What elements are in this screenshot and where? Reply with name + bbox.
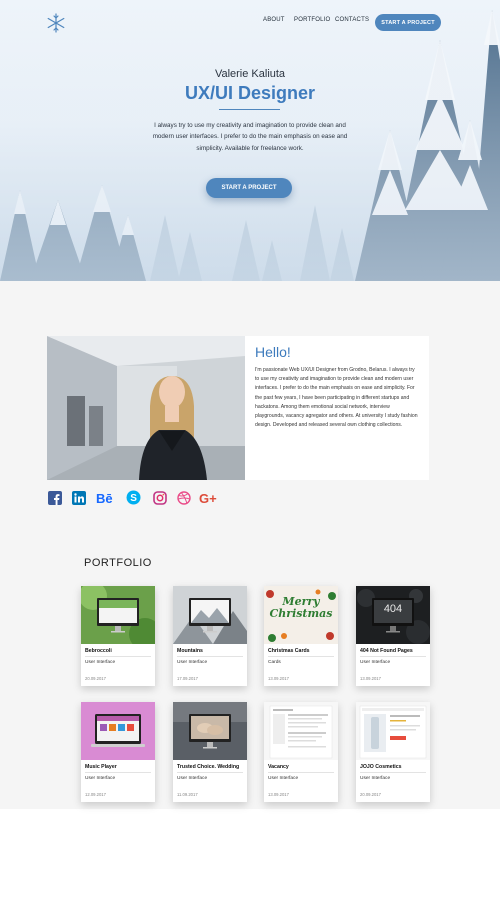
portfolio-card-music-player[interactable]: Music Player User Interface 12.09.2017 (81, 702, 155, 802)
portfolio-card-title: Vacancy (268, 764, 289, 770)
card-divider (85, 772, 151, 773)
portfolio-card-category: User Interface (360, 660, 391, 665)
portfolio-card-category: User Interface (268, 776, 299, 781)
portfolio-card-bebroccoli[interactable]: Bebroccoli User Interface 20.09.2017 (81, 586, 155, 686)
portfolio-card-category: User Interface (85, 776, 116, 781)
profile-photo (47, 336, 245, 480)
portfolio-card-title: Bebroccoli (85, 648, 112, 654)
hero-title: UX/UI Designer (184, 83, 316, 103)
nav-link-portfolio[interactable]: PORTFOLIO (294, 17, 330, 23)
portfolio-thumbnail: Merry Christmas (264, 586, 338, 644)
hero-section: ABOUT PORTFOLIO CONTACTS START A PROJECT… (0, 0, 500, 281)
about-heading: Hello! (255, 344, 291, 360)
portfolio-card-category: User Interface (177, 660, 208, 665)
portfolio-card-category: User Interface (85, 660, 116, 665)
svg-text:Bē: Bē (96, 491, 113, 505)
hero-start-project-button[interactable]: START A PROJECT (206, 178, 292, 198)
behance-icon[interactable]: Bē (95, 490, 117, 505)
portfolio-card-title: Music Player (85, 764, 117, 770)
card-divider (85, 656, 151, 657)
card-divider (268, 656, 334, 657)
google-plus-icon[interactable]: G+ (199, 490, 221, 505)
portfolio-card-christmas-cards[interactable]: Merry Christmas Christmas Cards Cards 13… (264, 586, 338, 686)
nav-link-contacts[interactable]: CONTACTS (335, 17, 369, 23)
portfolio-card-jojo-cosmetics[interactable]: JOJO Cosmetics User Interface 20.09.2017 (356, 702, 430, 802)
facebook-icon[interactable] (47, 490, 62, 505)
portfolio-thumbnail (264, 702, 338, 760)
thumbnail-greeting-text: Merry Christmas (269, 595, 333, 620)
portfolio-thumbnail: 404 (356, 586, 430, 644)
portfolio-thumbnail (81, 586, 155, 644)
portfolio-card-vacancy[interactable]: Vacancy User Interface 13.09.2017 (264, 702, 338, 802)
card-divider (177, 656, 243, 657)
portfolio-card-date: 12.09.2017 (85, 792, 106, 797)
about-text: I'm passionate Web UX/UI Designer from G… (255, 367, 418, 429)
portfolio-card-date: 11.09.2017 (177, 792, 198, 797)
nav-start-project-button[interactable]: START A PROJECT (375, 14, 441, 31)
instagram-icon[interactable] (152, 490, 167, 505)
thumbnail-404-text: 404 (383, 603, 403, 615)
hero-divider (219, 109, 280, 110)
portfolio-card-title: Mountains (177, 648, 203, 654)
portfolio-card-date: 13.09.2017 (268, 676, 289, 681)
portfolio-card-trusted-choice-wedding[interactable]: Trusted Choice. Wedding User Interface 1… (173, 702, 247, 802)
card-divider (360, 772, 426, 773)
portfolio-card-404-pages[interactable]: 404 404 Not Found Pages User Interface 1… (356, 586, 430, 686)
portfolio-card-date: 20.09.2017 (360, 792, 381, 797)
hero-name: Valerie Kaliuta (214, 68, 286, 80)
card-divider (268, 772, 334, 773)
about-card: Hello! I'm passionate Web UX/UI Designer… (245, 336, 429, 480)
portfolio-card-date: 20.09.2017 (85, 676, 106, 681)
portfolio-card-title: Christmas Cards (268, 648, 310, 654)
linkedin-icon[interactable] (71, 490, 86, 505)
portfolio-card-date: 17.09.2017 (177, 676, 198, 681)
portfolio-thumbnail (356, 702, 430, 760)
nav-link-about[interactable]: ABOUT (263, 17, 285, 23)
portfolio-thumbnail (173, 702, 247, 760)
card-divider (177, 772, 243, 773)
portfolio-card-title: 404 Not Found Pages (360, 648, 413, 654)
social-links: Bē S G+ (47, 490, 227, 506)
hero-description: I always try to use my creativity and im… (152, 122, 348, 152)
skype-icon[interactable]: S (126, 490, 141, 505)
card-divider (360, 656, 426, 657)
portfolio-card-category: User Interface (177, 776, 208, 781)
svg-text:G+: G+ (199, 491, 217, 505)
portfolio-thumbnail (81, 702, 155, 760)
dribbble-icon[interactable] (176, 490, 191, 505)
portfolio-thumbnail (173, 586, 247, 644)
portfolio-card-title: JOJO Cosmetics (360, 764, 402, 770)
portfolio-card-date: 13.09.2017 (268, 792, 289, 797)
portfolio-card-title: Trusted Choice. Wedding (177, 764, 240, 770)
portfolio-card-mountains[interactable]: Mountains User Interface 17.09.2017 (173, 586, 247, 686)
portfolio-card-category: Cards (268, 660, 281, 665)
portfolio-card-date: 13.09.2017 (360, 676, 381, 681)
svg-text:S: S (130, 493, 137, 504)
portfolio-heading: PORTFOLIO (84, 557, 152, 569)
portfolio-card-category: User Interface (360, 776, 391, 781)
